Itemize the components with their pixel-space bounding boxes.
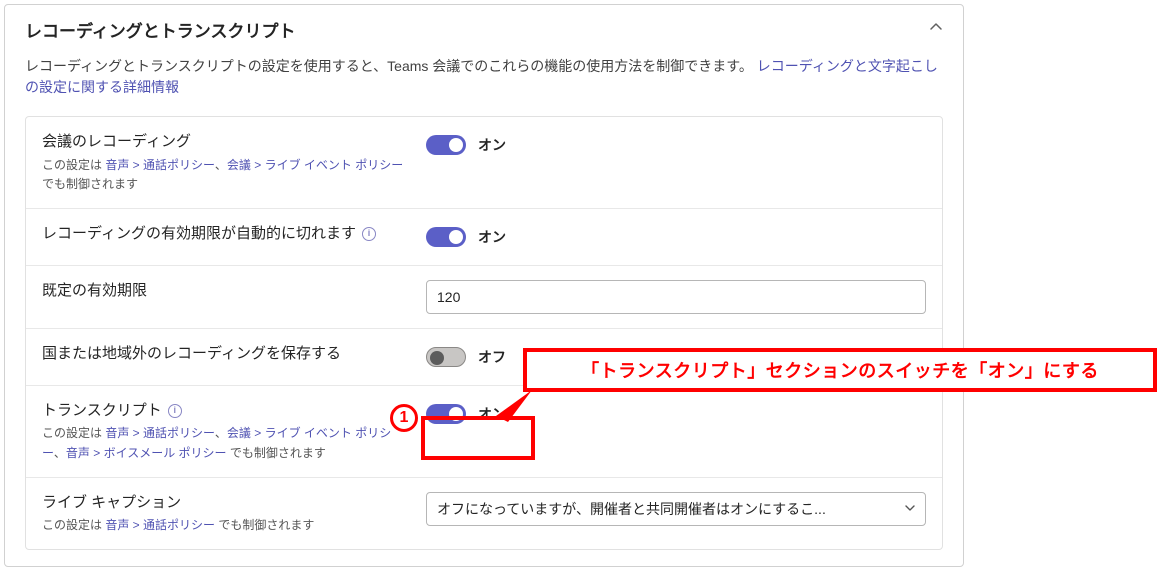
row-subtext: この設定は 音声 > 通話ポリシー でも制御されます bbox=[42, 516, 414, 535]
panel-desc-text: レコーディングとトランスクリプトの設定を使用すると、Teams 会議でのこれらの… bbox=[25, 58, 753, 74]
toggle-state-label: オン bbox=[478, 135, 506, 155]
panel-description: レコーディングとトランスクリプトの設定を使用すると、Teams 会議でのこれらの… bbox=[5, 52, 963, 116]
row-title: レコーディングの有効期限が自動的に切れます i bbox=[42, 223, 414, 246]
row-default-expiration: 既定の有効期限 bbox=[26, 265, 942, 328]
row-title: 国または地域外のレコーディングを保存する bbox=[42, 343, 414, 366]
recording-transcript-panel: レコーディングとトランスクリプト レコーディングとトランスクリプトの設定を使用す… bbox=[4, 4, 964, 567]
toggle-state-label: オフ bbox=[478, 347, 506, 367]
link-calling-policy[interactable]: 音声 > 通話ポリシー bbox=[105, 158, 215, 172]
row-meeting-recording: 会議のレコーディング この設定は 音声 > 通話ポリシー、会議 > ライブ イベ… bbox=[26, 117, 942, 208]
link-calling-policy[interactable]: 音声 > 通話ポリシー bbox=[105, 426, 215, 440]
row-auto-expire: レコーディングの有効期限が自動的に切れます i オン bbox=[26, 208, 942, 265]
row-title: 会議のレコーディング bbox=[42, 131, 414, 154]
panel-header[interactable]: レコーディングとトランスクリプト bbox=[5, 5, 963, 52]
toggle-auto-expire[interactable] bbox=[426, 227, 466, 247]
toggle-meeting-recording[interactable] bbox=[426, 135, 466, 155]
link-calling-policy[interactable]: 音声 > 通話ポリシー bbox=[105, 518, 215, 532]
default-expiration-input[interactable] bbox=[426, 280, 926, 314]
select-value: オフになっていますが、開催者と共同開催者はオンにするこ... bbox=[437, 499, 826, 519]
annotation-highlight bbox=[421, 416, 535, 460]
row-subtext: この設定は 音声 > 通話ポリシー、会議 > ライブ イベント ポリシー でも制… bbox=[42, 156, 414, 194]
chevron-down-icon bbox=[905, 502, 915, 516]
row-title: トランスクリプト i bbox=[42, 400, 414, 423]
row-live-captions: ライブ キャプション この設定は 音声 > 通話ポリシー でも制御されます オフ… bbox=[26, 477, 942, 550]
annotation-callout: 「トランスクリプト」セクションのスイッチを「オン」にする bbox=[523, 348, 1157, 392]
row-title: 既定の有効期限 bbox=[42, 280, 414, 303]
settings-card: 会議のレコーディング この設定は 音声 > 通話ポリシー、会議 > ライブ イベ… bbox=[25, 116, 943, 550]
chevron-up-icon bbox=[929, 20, 943, 39]
row-title: ライブ キャプション bbox=[42, 492, 414, 515]
panel-title: レコーディングとトランスクリプト bbox=[25, 17, 295, 42]
info-icon[interactable]: i bbox=[168, 404, 182, 418]
info-icon[interactable]: i bbox=[362, 227, 376, 241]
link-voicemail-policy[interactable]: 音声 > ボイスメール ポリシー bbox=[66, 446, 227, 460]
row-subtext: この設定は 音声 > 通話ポリシー、会議 > ライブ イベント ポリシー、音声 … bbox=[42, 424, 414, 462]
live-captions-select[interactable]: オフになっていますが、開催者と共同開催者はオンにするこ... bbox=[426, 492, 926, 526]
annotation-badge: 1 bbox=[390, 404, 418, 432]
link-live-event-policy[interactable]: 会議 > ライブ イベント ポリシー bbox=[227, 158, 403, 172]
toggle-state-label: オン bbox=[478, 227, 506, 247]
toggle-store-outside-region[interactable] bbox=[426, 347, 466, 367]
